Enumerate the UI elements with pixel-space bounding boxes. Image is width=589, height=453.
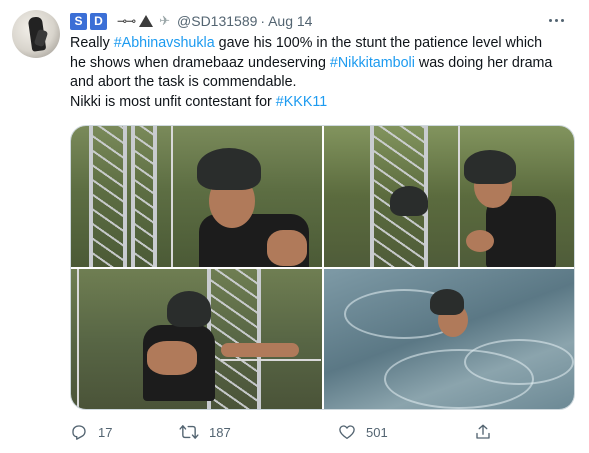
media-grid xyxy=(70,125,575,410)
dove-emoji-icon: ✈ xyxy=(159,13,171,28)
photo-person-arm xyxy=(147,341,197,375)
text-segment: he shows when dramebaaz undeserving xyxy=(70,54,330,71)
photo-helmet xyxy=(167,291,211,327)
retweet-icon xyxy=(179,425,199,439)
text-segment: Really xyxy=(70,35,114,51)
photo-person-hand xyxy=(466,230,494,252)
photo-rope xyxy=(458,126,460,267)
media-photo[interactable] xyxy=(71,126,322,267)
tweet-text-line: he shows when dramebaaz undeserving #Nik… xyxy=(70,54,570,74)
photo-helmet xyxy=(464,150,516,184)
photo-rope xyxy=(221,359,321,361)
share-icon xyxy=(476,424,490,439)
reply-count: 17 xyxy=(98,424,113,440)
retweet-count: 187 xyxy=(209,424,231,440)
hashtag-link[interactable]: #Nikkitamboli xyxy=(330,55,415,71)
photo-person-arm xyxy=(267,230,307,266)
gun-emoji-icon: ⊸⊸ xyxy=(117,14,136,28)
tweet-header: S D ⊸⊸ ✈ @SD131589 · Aug 14 xyxy=(70,11,312,31)
more-dots-icon[interactable] xyxy=(545,12,567,28)
photo-rope xyxy=(171,126,173,267)
photo-person-arm xyxy=(221,343,299,357)
heart-icon xyxy=(339,425,355,440)
photo-ripple xyxy=(384,349,534,409)
like-button[interactable]: 501 xyxy=(338,420,388,444)
media-photo[interactable] xyxy=(324,126,574,267)
tweet-text-line: and abort the task is commendable. xyxy=(70,73,570,93)
media-photo[interactable] xyxy=(324,269,574,409)
reply-button[interactable]: 17 xyxy=(70,420,112,444)
photo-helmet xyxy=(197,148,261,190)
user-handle[interactable]: @SD131589 xyxy=(177,13,257,29)
tweet-text-line: Really #Abhinavshukla gave his 100% in t… xyxy=(70,34,570,54)
tweet-text: Really #Abhinavshukla gave his 100% in t… xyxy=(70,34,570,112)
tweet-text-line: Nikki is most unfit contestant for #KKK1… xyxy=(70,93,570,113)
text-segment: Nikki is most unfit contestant for xyxy=(70,93,276,110)
display-name-letter-box[interactable]: D xyxy=(90,12,107,30)
retweet-button[interactable]: 187 xyxy=(179,420,231,444)
photo-rope xyxy=(77,269,79,409)
reply-icon xyxy=(72,425,86,440)
text-segment: gave his 100% in the stunt the patience … xyxy=(214,35,543,51)
tweet-date[interactable]: Aug 14 xyxy=(268,13,312,29)
media-photo[interactable] xyxy=(71,269,322,409)
photo-helmet xyxy=(430,289,464,315)
mountain-emoji-icon xyxy=(139,15,154,27)
photo-truss xyxy=(89,126,127,267)
text-segment: was doing her drama xyxy=(414,54,553,71)
header-separator: · xyxy=(260,13,266,29)
avatar[interactable] xyxy=(12,10,60,58)
photo-truss xyxy=(207,269,261,409)
hashtag-link[interactable]: #Abhinavshukla xyxy=(114,35,215,51)
tweet-card[interactable]: S D ⊸⊸ ✈ @SD131589 · Aug 14 Really #Abhi… xyxy=(0,0,589,453)
photo-helmet xyxy=(390,186,428,216)
share-button[interactable] xyxy=(474,420,492,444)
like-count: 501 xyxy=(366,424,388,440)
hashtag-link[interactable]: #KKK11 xyxy=(276,94,327,110)
display-name-letter-box[interactable]: S xyxy=(70,12,87,30)
tweet-actions: 17 187 501 xyxy=(70,420,500,444)
photo-truss xyxy=(131,126,157,267)
text-segment: and abort the task is commendable. xyxy=(70,74,297,90)
